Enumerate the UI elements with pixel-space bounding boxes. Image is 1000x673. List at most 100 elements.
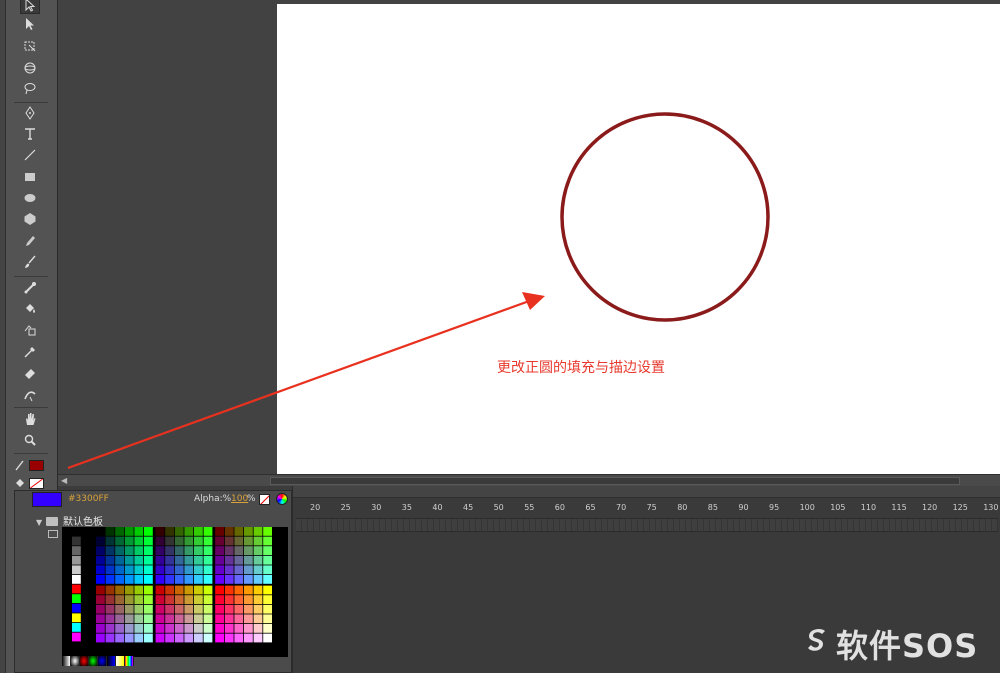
swatch-cell[interactable] — [124, 575, 134, 584]
lasso-icon[interactable] — [20, 80, 40, 99]
gradient-radial-red[interactable] — [80, 656, 89, 666]
swatch-cell[interactable] — [115, 595, 124, 604]
swatch-cell[interactable] — [194, 565, 203, 575]
swatch-cell[interactable] — [194, 555, 203, 565]
frame-track[interactable] — [296, 518, 998, 532]
swatch-cell[interactable] — [165, 546, 174, 555]
swatch-cell[interactable] — [174, 546, 184, 555]
swatch-cell[interactable] — [165, 565, 174, 575]
swatch-cell[interactable] — [105, 614, 115, 624]
swatch-cell[interactable] — [263, 614, 272, 624]
gradient-radial-blue[interactable] — [98, 656, 107, 666]
swatch-cell[interactable] — [263, 633, 272, 643]
swatch-cell[interactable] — [253, 633, 263, 643]
swatch-cell[interactable] — [165, 633, 174, 643]
swatch-cell[interactable] — [155, 555, 165, 565]
swatch-cell[interactable] — [124, 555, 134, 565]
swatch-cell[interactable] — [174, 536, 184, 546]
swatch-cell[interactable] — [72, 565, 81, 575]
swatch-cell[interactable] — [224, 575, 234, 584]
ink-bottle-icon[interactable] — [20, 321, 40, 340]
swatch-cell[interactable] — [72, 594, 81, 603]
swatch-cell[interactable] — [184, 546, 194, 555]
swatch-cell[interactable] — [215, 546, 224, 555]
text-icon[interactable] — [20, 125, 40, 144]
swatch-cell[interactable] — [263, 555, 272, 565]
swatch-cell[interactable] — [253, 595, 263, 604]
swatch-cell[interactable] — [184, 595, 194, 604]
swatch-cell[interactable] — [194, 595, 203, 604]
3d-rotation-icon[interactable] — [20, 59, 40, 78]
swatch-cell[interactable] — [263, 536, 272, 546]
swatch-cell[interactable] — [244, 536, 253, 546]
swatch-cell[interactable] — [244, 624, 253, 633]
swatch-cell[interactable] — [203, 527, 213, 536]
gradient-radial-green[interactable] — [89, 656, 98, 666]
gradient-linear-yellow[interactable] — [116, 656, 125, 666]
swatch-cell[interactable] — [96, 555, 105, 565]
swatch-cell[interactable] — [253, 614, 263, 624]
swatch-cell[interactable] — [155, 633, 165, 643]
swatch-cell[interactable] — [184, 555, 194, 565]
swatch-cell[interactable] — [72, 632, 81, 642]
swatch-cell[interactable] — [105, 633, 115, 643]
swatch-cell[interactable] — [124, 614, 134, 624]
swatch-cell[interactable] — [263, 585, 272, 595]
pen-icon[interactable] — [20, 104, 40, 123]
swatch-cell[interactable] — [174, 527, 184, 536]
swatch-cell[interactable] — [165, 604, 174, 614]
swatch-cell[interactable] — [194, 527, 203, 536]
gradient-rainbow[interactable] — [125, 656, 134, 666]
swatch-cell[interactable] — [263, 546, 272, 555]
swatch-cell[interactable] — [96, 633, 105, 643]
line-icon[interactable] — [20, 146, 40, 165]
swatch-cell[interactable] — [203, 614, 213, 624]
swatch-cell[interactable] — [105, 565, 115, 575]
swatch-cell[interactable] — [105, 624, 115, 633]
swatch-cell[interactable] — [124, 624, 134, 633]
swatch-cell[interactable] — [115, 555, 124, 565]
swatch-cell[interactable] — [203, 555, 213, 565]
swatch-cell[interactable] — [115, 575, 124, 584]
scroll-left-arrow-icon[interactable]: ◀ — [61, 476, 67, 485]
swatch-cell[interactable] — [96, 575, 105, 584]
swatch-cell[interactable] — [144, 565, 153, 575]
swatch-cell[interactable] — [72, 555, 81, 565]
swatch-cell[interactable] — [72, 575, 81, 584]
swatch-cell[interactable] — [203, 575, 213, 584]
swatch-cell[interactable] — [144, 604, 153, 614]
swatch-cell[interactable] — [253, 527, 263, 536]
swatch-cell[interactable] — [194, 536, 203, 546]
swatch-cell[interactable] — [144, 614, 153, 624]
swatch-cell[interactable] — [215, 585, 224, 595]
swatch-cell[interactable] — [144, 633, 153, 643]
swatch-cell[interactable] — [115, 614, 124, 624]
no-color-button[interactable] — [259, 494, 270, 505]
paint-bucket-icon[interactable] — [20, 300, 40, 319]
swatch-cell[interactable] — [144, 624, 153, 633]
gradient-radial-white[interactable] — [71, 656, 80, 666]
swatch-cell[interactable] — [203, 633, 213, 643]
zoom-icon[interactable] — [20, 431, 40, 450]
swatch-cell[interactable] — [115, 565, 124, 575]
swatch-cell[interactable] — [155, 527, 165, 536]
swatch-cell[interactable] — [115, 624, 124, 633]
swatch-cell[interactable] — [215, 536, 224, 546]
swatch-cell[interactable] — [244, 604, 253, 614]
swatch-cell[interactable] — [124, 527, 134, 536]
swatch-cell[interactable] — [144, 536, 153, 546]
swatch-cell[interactable] — [215, 575, 224, 584]
swatch-cell[interactable] — [155, 536, 165, 546]
swatch-cell[interactable] — [144, 555, 153, 565]
swatch-cell[interactable] — [184, 633, 194, 643]
swatch-cell[interactable] — [105, 575, 115, 584]
swatch-cell[interactable] — [224, 614, 234, 624]
swatch-cell[interactable] — [174, 614, 184, 624]
color-picker-wheel-icon[interactable] — [276, 493, 288, 505]
swatch-cell[interactable] — [134, 546, 144, 555]
swatch-cell[interactable] — [134, 614, 144, 624]
swatch-cell[interactable] — [234, 536, 244, 546]
swatch-cell[interactable] — [234, 575, 244, 584]
swatch-cell[interactable] — [234, 595, 244, 604]
alpha-value[interactable]: 100 — [231, 494, 248, 504]
